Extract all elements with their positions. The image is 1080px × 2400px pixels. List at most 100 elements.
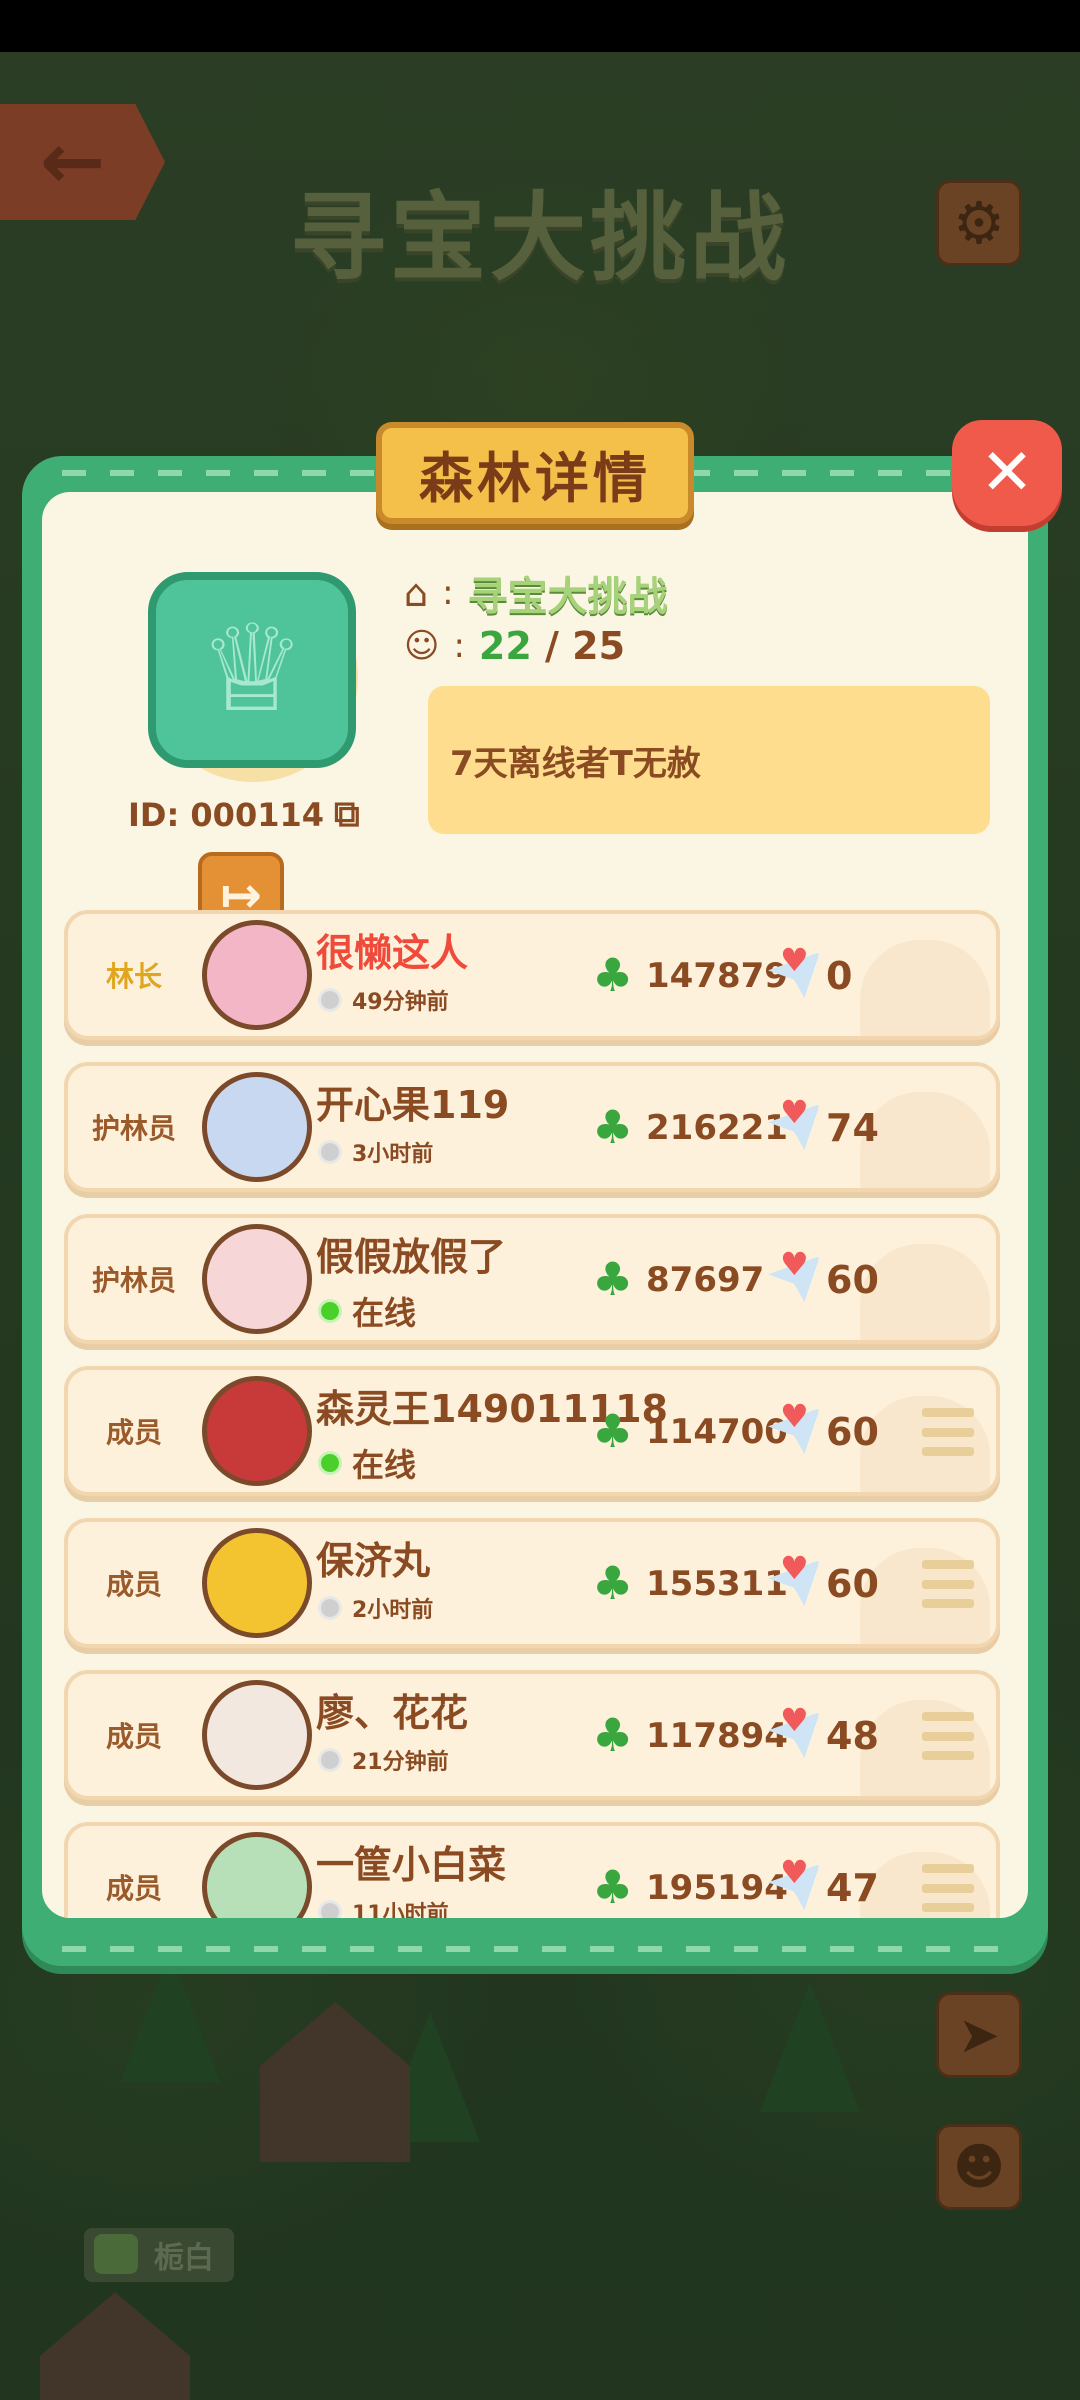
profile-button[interactable]: ☻ (936, 2124, 1022, 2210)
status-text: 11小时前 (352, 1902, 449, 1918)
member-count-row: ☺ : 22 / 25 (404, 624, 625, 668)
status-text: 21分钟前 (352, 1750, 449, 1775)
member-role: 成员 (105, 1872, 162, 1905)
close-icon: ✕ (980, 436, 1034, 510)
clover-icon: ♣ (592, 1252, 634, 1306)
clover-icon: ♣ (592, 948, 634, 1002)
status-text: 在线 (352, 1294, 417, 1332)
leaf-icon (94, 2234, 138, 2274)
member-row[interactable]: 成员 保济丸 2小时前 ♣ 155311 ♥ 60 (64, 1518, 1000, 1648)
avatar[interactable] (202, 1072, 312, 1182)
heart-icon: ♥ (780, 1093, 809, 1131)
forest-detail-dialog: ♕ ID: 000114 ⧉ ↦ ⌂ : 寻宝大挑战 ☺ : 22 / 25 7… (22, 456, 1048, 1966)
ghost-decoration (860, 1092, 990, 1188)
status-text: 49分钟前 (352, 990, 449, 1015)
avatar[interactable] (202, 1832, 312, 1918)
heart-icon: ♥ (780, 1549, 809, 1587)
ghost-decoration (860, 1244, 990, 1340)
member-row[interactable]: 成员 一筐小白菜 11小时前 ♣ 195194 ♥ 47 (64, 1822, 1000, 1918)
member-name: 假假放假了 (316, 1235, 507, 1279)
like-value: 60 (826, 1562, 879, 1606)
member-menu-icon[interactable] (922, 1864, 974, 1912)
clover-value: 155311 (646, 1564, 788, 1604)
avatar[interactable] (202, 1376, 312, 1486)
member-status: 49分钟前 (318, 984, 449, 1016)
status-text: 3小时前 (352, 1142, 434, 1167)
like-value: 0 (826, 954, 853, 998)
status-dot-icon (318, 1451, 342, 1475)
like-value: 60 (826, 1410, 879, 1454)
person-icon: ☻ (952, 2138, 1006, 2196)
member-name: 廖、花花 (316, 1691, 469, 1735)
like-value: 48 (826, 1714, 879, 1758)
member-role: 成员 (105, 1416, 162, 1449)
member-row[interactable]: 成员 廖、花花 21分钟前 ♣ 117894 ♥ 48 (64, 1670, 1000, 1800)
forest-emblem: ♕ (148, 572, 356, 768)
member-role: 护林员 (91, 1264, 176, 1297)
dialog-panel: ♕ ID: 000114 ⧉ ↦ ⌂ : 寻宝大挑战 ☺ : 22 / 25 7… (42, 492, 1028, 1918)
clover-value: 87697 (646, 1260, 765, 1300)
bottom-tag-label: 栀白 (154, 2241, 214, 2276)
heart-icon: ♥ (780, 941, 809, 979)
status-dot-icon (318, 1299, 342, 1323)
megaphone-icon: ➤ (958, 2006, 1000, 2064)
member-role: 成员 (105, 1568, 162, 1601)
clover-icon: ♣ (592, 1100, 634, 1154)
member-status: 在线 (318, 1440, 416, 1486)
avatar[interactable] (202, 920, 312, 1030)
member-row[interactable]: 护林员 假假放假了在线 ♣ 87697 ♥ 60 (64, 1214, 1000, 1344)
member-status: 11小时前 (318, 1896, 449, 1918)
like-value: 60 (826, 1258, 879, 1302)
close-button[interactable]: ✕ (952, 420, 1062, 526)
clover-value: 114700 (646, 1412, 788, 1452)
clover-value: 216221 (646, 1108, 788, 1148)
forest-notice-text: 7天离线者T无赦 (450, 743, 701, 784)
forest-notice: 7天离线者T无赦 (428, 686, 990, 834)
settings-button[interactable]: ⚙ (936, 180, 1022, 266)
member-menu-icon[interactable] (922, 1712, 974, 1760)
member-name: 保济丸 (316, 1539, 431, 1583)
heart-icon: ♥ (780, 1701, 809, 1739)
member-name: 很懒这人 (316, 931, 469, 975)
member-count-current: 22 (478, 624, 532, 668)
member-row[interactable]: 护林员 开心果119 3小时前 ♣ 216221 ♥ 74 (64, 1062, 1000, 1192)
member-name: 一筐小白菜 (316, 1843, 507, 1887)
forest-name: 寻宝大挑战 (467, 574, 668, 620)
avatar[interactable] (202, 1528, 312, 1638)
crown-icon: ♕ (198, 600, 306, 739)
like-value: 74 (826, 1106, 879, 1150)
member-status: 3小时前 (318, 1136, 433, 1168)
status-dot-icon (318, 1596, 342, 1620)
like-value: 47 (826, 1866, 879, 1910)
clover-value: 117894 (646, 1716, 788, 1756)
ghost-decoration (860, 940, 990, 1036)
member-name: 开心果119 (316, 1083, 510, 1127)
forest-id-text: ID: 000114 (128, 796, 324, 834)
avatar[interactable] (202, 1680, 312, 1790)
heart-icon: ♥ (780, 1245, 809, 1283)
clover-icon: ♣ (592, 1556, 634, 1610)
member-role: 护林员 (91, 1112, 176, 1145)
bottom-location-tag[interactable]: 栀白 (84, 2228, 234, 2282)
member-menu-icon[interactable] (922, 1408, 974, 1456)
heart-icon: ♥ (780, 1853, 809, 1891)
home-icon: ⌂ (404, 571, 429, 615)
announce-button[interactable]: ➤ (936, 1992, 1022, 2078)
copy-icon[interactable]: ⧉ (334, 794, 360, 836)
clover-icon: ♣ (592, 1860, 634, 1914)
dialog-dash-decoration (62, 1946, 1008, 1952)
member-row[interactable]: 林长 很懒这人 49分钟前 ♣ 147879 ♥ 0 (64, 910, 1000, 1040)
scene-title: 寻宝大挑战 (290, 182, 790, 294)
clover-icon: ♣ (592, 1708, 634, 1762)
member-row[interactable]: 成员 森灵王149011118 在线 ♣ 114700 ♥ 60 (64, 1366, 1000, 1496)
status-dot-icon (318, 1748, 342, 1772)
member-menu-icon[interactable] (922, 1560, 974, 1608)
member-status: 21分钟前 (318, 1744, 449, 1776)
member-count-colon: : (453, 626, 465, 666)
clover-value: 147879 (646, 956, 788, 996)
status-dot-icon (318, 988, 342, 1012)
heart-icon: ♥ (780, 1397, 809, 1435)
avatar[interactable] (202, 1224, 312, 1334)
status-dot-icon (318, 1140, 342, 1164)
dialog-title-plate: 森林详情 (376, 422, 694, 524)
